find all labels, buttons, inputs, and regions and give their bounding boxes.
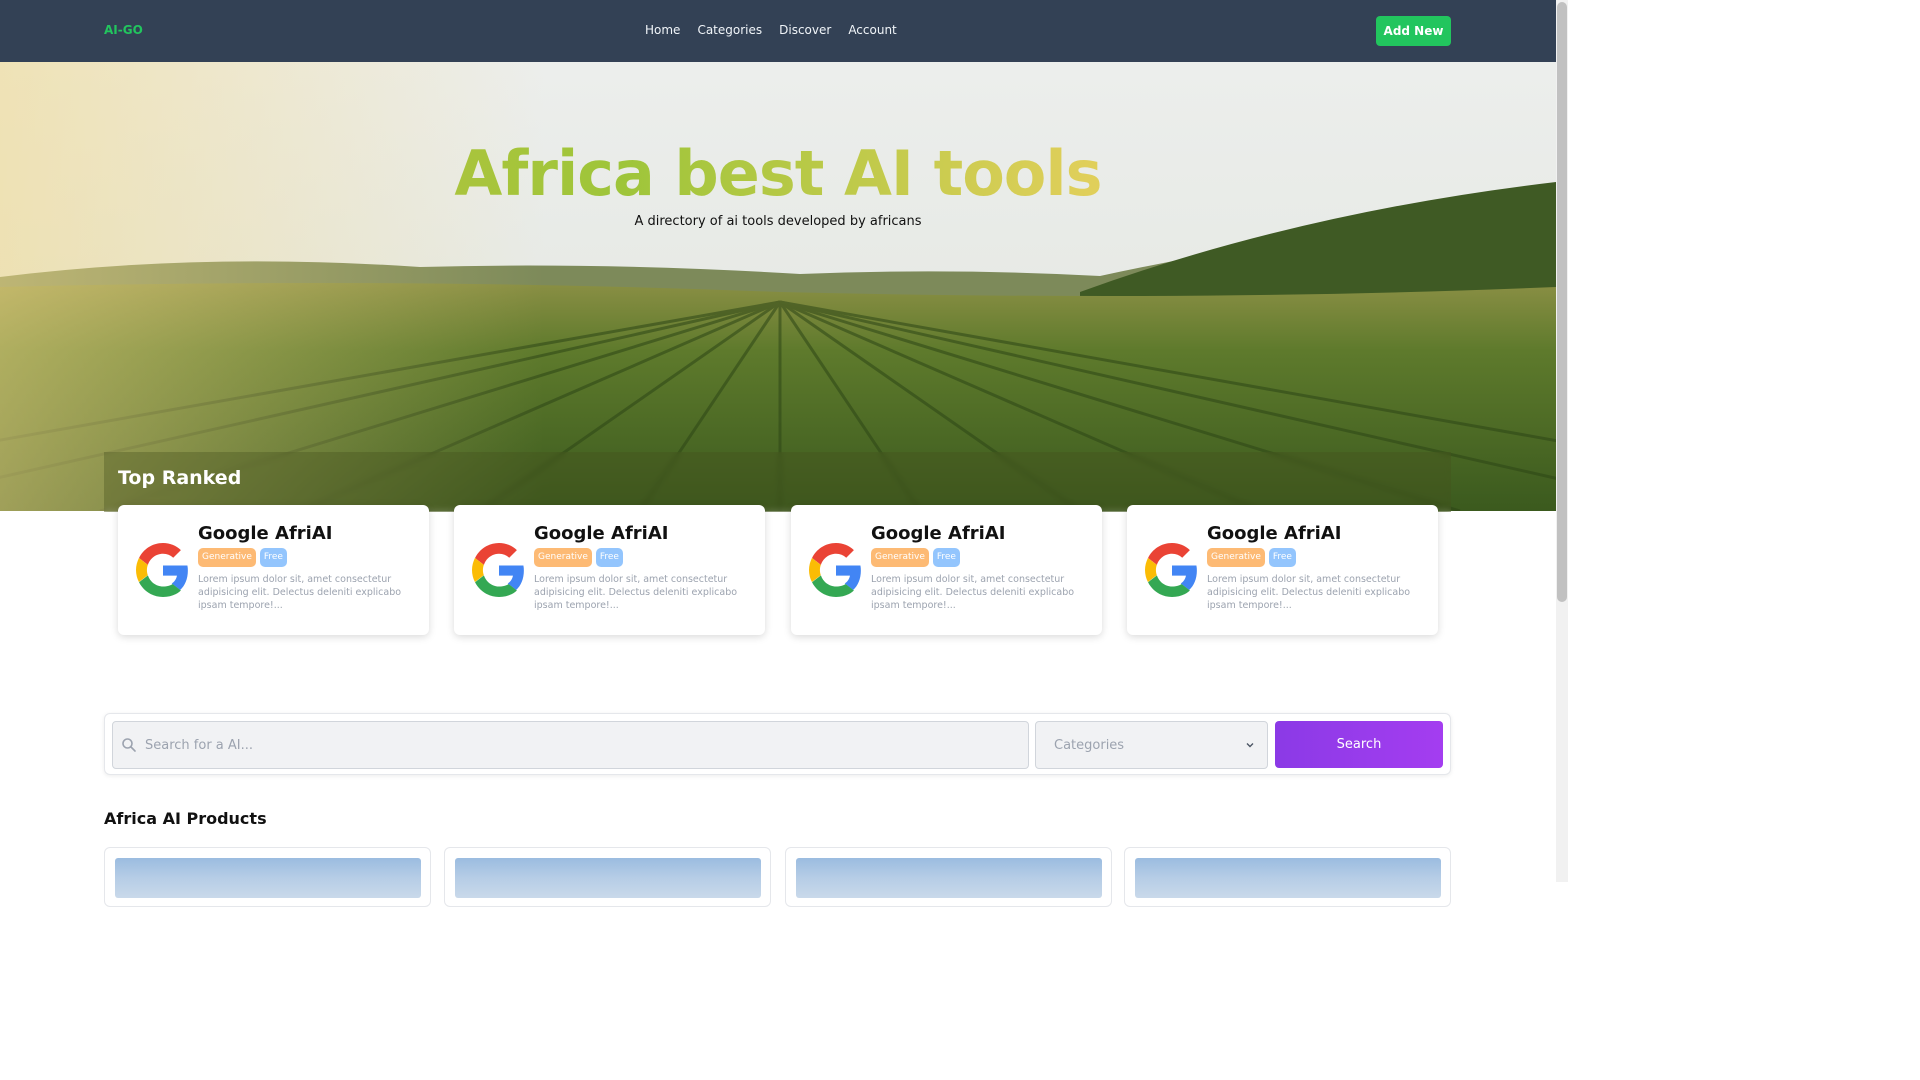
tool-description: Lorem ipsum dolor sit, amet consectetur … — [1207, 574, 1411, 611]
tag-generative[interactable]: Generative — [198, 548, 256, 567]
tool-name[interactable]: Google AfriAI — [1207, 523, 1341, 544]
google-logo-icon — [809, 543, 861, 597]
category-select-value: Categories — [1054, 738, 1125, 753]
nav-links: Home Categories Discover Account — [645, 23, 897, 37]
tool-card[interactable]: Google AfriAI Generative Free Lorem ipsu… — [791, 505, 1102, 635]
nav-link-categories[interactable]: Categories — [697, 23, 762, 37]
product-card[interactable] — [785, 847, 1112, 907]
product-image — [115, 858, 421, 898]
tag-generative[interactable]: Generative — [534, 548, 592, 567]
nav-link-account[interactable]: Account — [848, 23, 896, 37]
tool-card[interactable]: Google AfriAI Generative Free Lorem ipsu… — [118, 505, 429, 635]
tag-free[interactable]: Free — [259, 548, 287, 567]
search-button[interactable]: Search — [1275, 721, 1443, 768]
tool-description: Lorem ipsum dolor sit, amet consectetur … — [198, 574, 402, 611]
products-section-title: Africa AI Products — [104, 809, 267, 828]
google-logo-icon — [136, 543, 188, 597]
tool-tags: Generative Free — [1207, 548, 1296, 567]
tag-free[interactable]: Free — [1268, 548, 1296, 567]
tool-name[interactable]: Google AfriAI — [871, 523, 1005, 544]
tool-card[interactable]: Google AfriAI Generative Free Lorem ipsu… — [454, 505, 765, 635]
google-logo-icon — [1145, 543, 1197, 597]
top-ranked-panel — [104, 452, 1451, 512]
tag-free[interactable]: Free — [595, 548, 623, 567]
search-placeholder: Search for a AI... — [145, 738, 254, 753]
tag-generative[interactable]: Generative — [871, 548, 929, 567]
scrollbar-thumb[interactable] — [1557, 2, 1567, 602]
search-input[interactable]: Search for a AI... — [112, 721, 1029, 769]
tool-description: Lorem ipsum dolor sit, amet consectetur … — [534, 574, 738, 611]
navbar: AI-GO Home Categories Discover Account A… — [0, 0, 1556, 62]
category-select[interactable]: Categories — [1035, 721, 1268, 769]
tool-card[interactable]: Google AfriAI Generative Free Lorem ipsu… — [1127, 505, 1438, 635]
top-ranked-title: Top Ranked — [118, 467, 242, 489]
hero-landscape-image — [0, 62, 1556, 511]
product-image — [796, 858, 1102, 898]
brand-logo[interactable]: AI-GO — [104, 23, 143, 37]
tool-tags: Generative Free — [871, 548, 960, 567]
google-logo-icon — [472, 543, 524, 597]
product-image — [455, 858, 761, 898]
tool-description: Lorem ipsum dolor sit, amet consectetur … — [871, 574, 1075, 611]
tag-free[interactable]: Free — [932, 548, 960, 567]
tool-tags: Generative Free — [534, 548, 623, 567]
chevron-down-icon — [1246, 743, 1254, 748]
hero-banner: Africa best AI tools A directory of ai t… — [0, 62, 1556, 511]
add-new-button[interactable]: Add New — [1376, 16, 1451, 46]
product-card[interactable] — [444, 847, 771, 907]
nav-link-discover[interactable]: Discover — [779, 23, 831, 37]
product-card[interactable] — [104, 847, 431, 907]
tool-name[interactable]: Google AfriAI — [198, 523, 332, 544]
nav-link-home[interactable]: Home — [645, 23, 680, 37]
tool-tags: Generative Free — [198, 548, 287, 567]
hero-title: Africa best AI tools — [0, 137, 1556, 210]
product-image — [1135, 858, 1441, 898]
search-icon — [122, 738, 136, 752]
product-card[interactable] — [1124, 847, 1451, 907]
tag-generative[interactable]: Generative — [1207, 548, 1265, 567]
tool-name[interactable]: Google AfriAI — [534, 523, 668, 544]
hero-subtitle: A directory of ai tools developed by afr… — [634, 214, 922, 229]
